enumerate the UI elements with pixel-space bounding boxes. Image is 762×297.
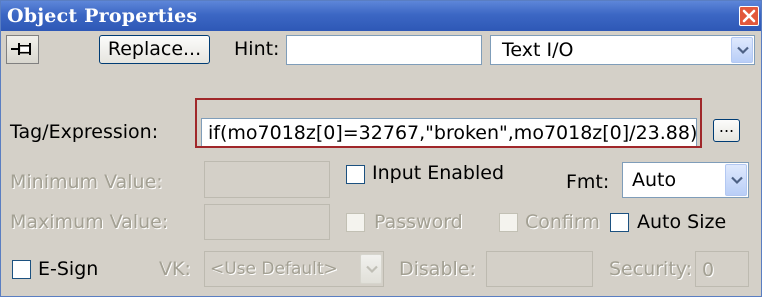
object-type-value: Text I/O: [502, 39, 574, 61]
security-value: 0: [702, 259, 715, 281]
browse-expression-button[interactable]: ...: [713, 119, 740, 142]
object-type-select[interactable]: Text I/O: [490, 35, 755, 65]
replace-button[interactable]: Replace...: [99, 35, 210, 64]
fmt-value: Auto: [632, 169, 677, 191]
security-input[interactable]: 0: [695, 251, 749, 287]
object-type-dropdown-button[interactable]: [731, 37, 753, 63]
hint-input[interactable]: [286, 35, 482, 65]
confirm-label: Confirm: [525, 211, 600, 233]
maximum-value-input[interactable]: [204, 204, 330, 240]
password-checkbox[interactable]: [346, 213, 365, 232]
vk-select[interactable]: <Use Default>: [204, 251, 384, 287]
minimum-value-input[interactable]: [204, 161, 330, 198]
password-label: Password: [374, 211, 463, 233]
e-sign-label: E-Sign: [38, 258, 99, 280]
browse-expression-label: ...: [718, 117, 735, 136]
vk-value: <Use Default>: [210, 259, 338, 279]
confirm-checkbox[interactable]: [499, 213, 518, 232]
security-label: Security:: [609, 258, 693, 280]
fmt-dropdown-button[interactable]: [725, 164, 747, 196]
maximum-value-label: Maximum Value:: [10, 211, 169, 233]
input-enabled-checkbox[interactable]: [346, 165, 365, 184]
vk-dropdown-button[interactable]: [360, 254, 382, 284]
highlight-box: [195, 98, 702, 148]
window-title: Object Properties: [7, 5, 198, 27]
minimum-value-label: Minimum Value:: [10, 171, 163, 193]
close-button[interactable]: [739, 6, 759, 26]
replace-button-label: Replace...: [107, 38, 202, 60]
input-enabled-label: Input Enabled: [372, 162, 505, 184]
chevron-down-icon: [731, 176, 743, 185]
title-bar[interactable]: Object Properties: [1, 1, 761, 31]
fmt-label: Fmt:: [566, 171, 610, 193]
object-properties-window: Object Properties Replace... Hint: Text …: [0, 0, 762, 297]
fmt-select[interactable]: Auto: [622, 162, 749, 198]
chevron-down-icon: [366, 265, 378, 274]
chevron-down-icon: [737, 46, 749, 55]
pin-button[interactable]: [6, 35, 39, 64]
vk-label: VK:: [159, 258, 191, 280]
tag-expression-label: Tag/Expression:: [10, 121, 159, 143]
close-icon: [742, 9, 756, 23]
auto-size-checkbox[interactable]: [610, 213, 629, 232]
disable-label: Disable:: [399, 258, 476, 280]
auto-size-label: Auto Size: [637, 211, 727, 233]
hint-label: Hint:: [234, 38, 280, 60]
pushpin-icon: [10, 43, 31, 55]
e-sign-checkbox[interactable]: [12, 260, 31, 279]
disable-input[interactable]: [486, 251, 593, 287]
